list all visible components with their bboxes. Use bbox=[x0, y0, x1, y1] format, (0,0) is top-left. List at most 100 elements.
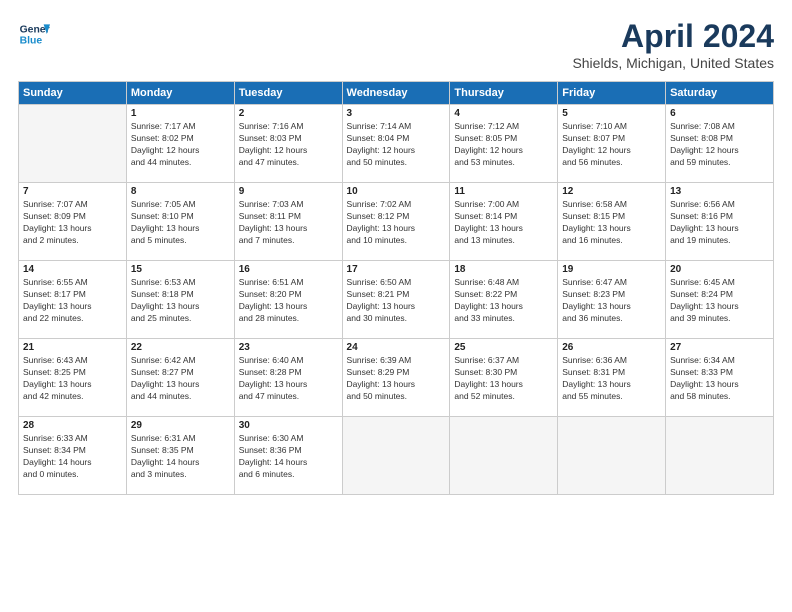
cell-line: Sunrise: 6:45 AM bbox=[670, 277, 769, 289]
cell-line: Sunset: 8:24 PM bbox=[670, 289, 769, 301]
day-number: 10 bbox=[347, 186, 446, 197]
day-number: 27 bbox=[670, 342, 769, 353]
week-row-3: 21Sunrise: 6:43 AMSunset: 8:25 PMDayligh… bbox=[19, 339, 774, 417]
calendar-table: SundayMondayTuesdayWednesdayThursdayFrid… bbox=[18, 81, 774, 495]
cell-line: Sunset: 8:17 PM bbox=[23, 289, 122, 301]
cell-line: Sunset: 8:10 PM bbox=[131, 211, 230, 223]
week-row-1: 7Sunrise: 7:07 AMSunset: 8:09 PMDaylight… bbox=[19, 183, 774, 261]
cell-line: Sunrise: 6:37 AM bbox=[454, 355, 553, 367]
calendar-cell: 24Sunrise: 6:39 AMSunset: 8:29 PMDayligh… bbox=[342, 339, 450, 417]
cell-line: Sunrise: 6:51 AM bbox=[239, 277, 338, 289]
calendar-cell: 10Sunrise: 7:02 AMSunset: 8:12 PMDayligh… bbox=[342, 183, 450, 261]
cell-line: Sunset: 8:05 PM bbox=[454, 133, 553, 145]
cell-line: Daylight: 13 hours bbox=[454, 301, 553, 313]
cell-line: Daylight: 13 hours bbox=[670, 379, 769, 391]
cell-line: Sunrise: 6:30 AM bbox=[239, 433, 338, 445]
cell-line: and 44 minutes. bbox=[131, 157, 230, 169]
cell-line: Daylight: 12 hours bbox=[454, 145, 553, 157]
calendar-cell: 9Sunrise: 7:03 AMSunset: 8:11 PMDaylight… bbox=[234, 183, 342, 261]
cell-line: Daylight: 12 hours bbox=[239, 145, 338, 157]
cell-line: Sunrise: 7:12 AM bbox=[454, 121, 553, 133]
cell-line: Sunset: 8:11 PM bbox=[239, 211, 338, 223]
cell-line: Daylight: 13 hours bbox=[239, 379, 338, 391]
cell-line: and 39 minutes. bbox=[670, 313, 769, 325]
day-number: 11 bbox=[454, 186, 553, 197]
day-number: 25 bbox=[454, 342, 553, 353]
cell-line: Sunset: 8:20 PM bbox=[239, 289, 338, 301]
cell-line: and 7 minutes. bbox=[239, 235, 338, 247]
cell-line: Sunset: 8:23 PM bbox=[562, 289, 661, 301]
cell-line: and 56 minutes. bbox=[562, 157, 661, 169]
cell-line: Sunset: 8:34 PM bbox=[23, 445, 122, 457]
day-number: 4 bbox=[454, 108, 553, 119]
cell-line: Sunset: 8:22 PM bbox=[454, 289, 553, 301]
cell-line: Daylight: 13 hours bbox=[23, 301, 122, 313]
cell-line: Sunrise: 6:40 AM bbox=[239, 355, 338, 367]
cell-line: and 5 minutes. bbox=[131, 235, 230, 247]
calendar-cell bbox=[342, 417, 450, 495]
cell-line: and 58 minutes. bbox=[670, 391, 769, 403]
cell-line: Sunrise: 7:07 AM bbox=[23, 199, 122, 211]
weekday-header-saturday: Saturday bbox=[666, 82, 774, 105]
calendar-cell: 26Sunrise: 6:36 AMSunset: 8:31 PMDayligh… bbox=[558, 339, 666, 417]
cell-line: and 25 minutes. bbox=[131, 313, 230, 325]
cell-line: Daylight: 13 hours bbox=[131, 223, 230, 235]
cell-line: and 28 minutes. bbox=[239, 313, 338, 325]
cell-line: Sunset: 8:29 PM bbox=[347, 367, 446, 379]
cell-line: Daylight: 13 hours bbox=[454, 223, 553, 235]
weekday-header-monday: Monday bbox=[126, 82, 234, 105]
cell-line: Sunset: 8:36 PM bbox=[239, 445, 338, 457]
cell-line: and 19 minutes. bbox=[670, 235, 769, 247]
calendar-cell: 29Sunrise: 6:31 AMSunset: 8:35 PMDayligh… bbox=[126, 417, 234, 495]
day-number: 22 bbox=[131, 342, 230, 353]
weekday-header-row: SundayMondayTuesdayWednesdayThursdayFrid… bbox=[19, 82, 774, 105]
cell-line: and 47 minutes. bbox=[239, 391, 338, 403]
cell-line: Sunset: 8:04 PM bbox=[347, 133, 446, 145]
cell-line: Daylight: 14 hours bbox=[131, 457, 230, 469]
cell-line: and 36 minutes. bbox=[562, 313, 661, 325]
calendar-cell: 6Sunrise: 7:08 AMSunset: 8:08 PMDaylight… bbox=[666, 105, 774, 183]
day-number: 26 bbox=[562, 342, 661, 353]
cell-line: Sunrise: 6:47 AM bbox=[562, 277, 661, 289]
calendar-cell: 27Sunrise: 6:34 AMSunset: 8:33 PMDayligh… bbox=[666, 339, 774, 417]
page: General Blue April 2024 Shields, Michiga… bbox=[0, 0, 792, 612]
logo: General Blue bbox=[18, 18, 50, 50]
day-number: 28 bbox=[23, 420, 122, 431]
calendar-cell: 5Sunrise: 7:10 AMSunset: 8:07 PMDaylight… bbox=[558, 105, 666, 183]
cell-line: Sunrise: 6:42 AM bbox=[131, 355, 230, 367]
calendar-cell: 11Sunrise: 7:00 AMSunset: 8:14 PMDayligh… bbox=[450, 183, 558, 261]
cell-line: Sunrise: 7:03 AM bbox=[239, 199, 338, 211]
calendar-body: 1Sunrise: 7:17 AMSunset: 8:02 PMDaylight… bbox=[19, 105, 774, 495]
cell-line: Sunrise: 7:17 AM bbox=[131, 121, 230, 133]
weekday-header-tuesday: Tuesday bbox=[234, 82, 342, 105]
calendar-cell: 14Sunrise: 6:55 AMSunset: 8:17 PMDayligh… bbox=[19, 261, 127, 339]
cell-line: Daylight: 13 hours bbox=[131, 301, 230, 313]
cell-line: and 22 minutes. bbox=[23, 313, 122, 325]
cell-line: and 10 minutes. bbox=[347, 235, 446, 247]
calendar-cell: 12Sunrise: 6:58 AMSunset: 8:15 PMDayligh… bbox=[558, 183, 666, 261]
cell-line: Daylight: 13 hours bbox=[562, 301, 661, 313]
cell-line: Sunrise: 7:10 AM bbox=[562, 121, 661, 133]
cell-line: Sunrise: 6:56 AM bbox=[670, 199, 769, 211]
calendar-cell: 16Sunrise: 6:51 AMSunset: 8:20 PMDayligh… bbox=[234, 261, 342, 339]
cell-line: Sunset: 8:25 PM bbox=[23, 367, 122, 379]
cell-line: Daylight: 12 hours bbox=[131, 145, 230, 157]
cell-line: and 16 minutes. bbox=[562, 235, 661, 247]
cell-line: and 30 minutes. bbox=[347, 313, 446, 325]
cell-line: Sunrise: 6:34 AM bbox=[670, 355, 769, 367]
cell-line: Daylight: 13 hours bbox=[23, 379, 122, 391]
cell-line: and 44 minutes. bbox=[131, 391, 230, 403]
cell-line: Sunrise: 6:43 AM bbox=[23, 355, 122, 367]
cell-line: Sunrise: 6:33 AM bbox=[23, 433, 122, 445]
cell-line: Daylight: 14 hours bbox=[23, 457, 122, 469]
cell-line: Sunset: 8:12 PM bbox=[347, 211, 446, 223]
day-number: 7 bbox=[23, 186, 122, 197]
day-number: 15 bbox=[131, 264, 230, 275]
cell-line: Daylight: 13 hours bbox=[562, 379, 661, 391]
calendar-cell: 4 Sunrise: 7:12 AMSunset: 8:05 PMDaylight… bbox=[450, 105, 558, 183]
cell-line: and 55 minutes. bbox=[562, 391, 661, 403]
cell-line: Daylight: 13 hours bbox=[239, 223, 338, 235]
cell-line: and 47 minutes. bbox=[239, 157, 338, 169]
cell-line: Daylight: 13 hours bbox=[347, 379, 446, 391]
cell-line: and 2 minutes. bbox=[23, 235, 122, 247]
